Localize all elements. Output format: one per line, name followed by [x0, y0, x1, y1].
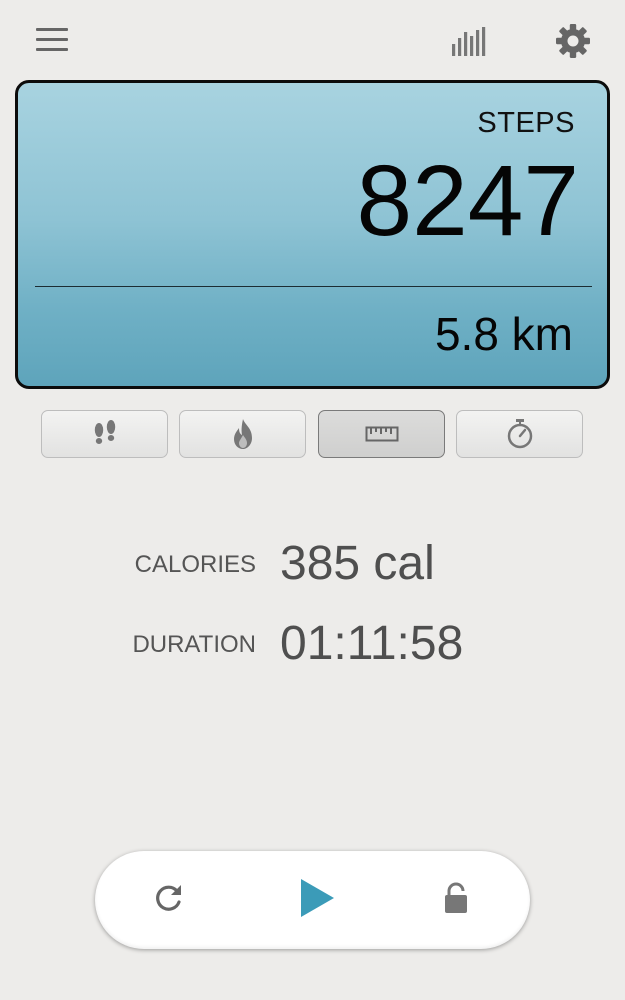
- mode-distance-button[interactable]: [318, 410, 445, 458]
- steps-display-panel: STEPS 8247 5.8 km: [15, 80, 610, 389]
- lock-icon: [441, 880, 471, 921]
- mode-duration-button[interactable]: [456, 410, 583, 458]
- duration-row: DURATION 01:11:58: [0, 616, 625, 676]
- playback-controls: [95, 851, 530, 949]
- mode-steps-button[interactable]: [41, 410, 168, 458]
- footprints-icon: [90, 419, 120, 449]
- play-button[interactable]: [291, 875, 341, 925]
- play-icon: [296, 877, 336, 924]
- top-bar: [0, 0, 625, 80]
- calories-row: CALORIES 385 cal: [0, 536, 625, 596]
- lock-button[interactable]: [431, 875, 481, 925]
- duration-value: 01:11:58: [280, 617, 464, 670]
- stopwatch-icon: [505, 418, 535, 450]
- mode-calories-button[interactable]: [179, 410, 306, 458]
- gear-icon[interactable]: [554, 22, 592, 60]
- duration-label: DURATION: [132, 631, 256, 658]
- ruler-icon: [365, 425, 399, 443]
- display-label: STEPS: [477, 107, 575, 139]
- statistics-icon[interactable]: [450, 24, 490, 58]
- calories-label: CALORIES: [134, 551, 256, 578]
- distance-value: 5.8 km: [434, 308, 573, 360]
- mode-selector: [41, 410, 585, 460]
- reset-icon: [150, 880, 186, 921]
- calories-value: 385 cal: [280, 537, 435, 590]
- display-divider: [35, 286, 592, 287]
- reset-button[interactable]: [143, 875, 193, 925]
- steps-count: 8247: [356, 145, 579, 257]
- menu-icon[interactable]: [36, 26, 70, 54]
- flame-icon: [228, 417, 258, 451]
